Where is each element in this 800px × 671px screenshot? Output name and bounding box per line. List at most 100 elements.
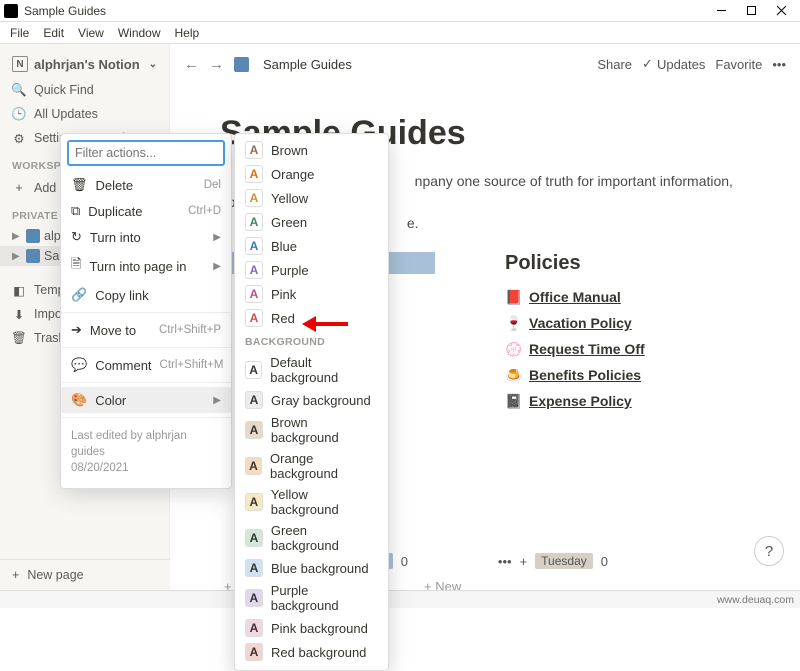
background-option[interactable]: AGray background (235, 388, 388, 412)
plus-icon (12, 568, 19, 582)
background-option[interactable]: APurple background (235, 580, 388, 616)
gear-icon: ⚙ (12, 131, 26, 145)
policy-emoji: 💮 (505, 341, 521, 357)
policy-link[interactable]: 💮 Request Time Off (505, 341, 645, 357)
caret-icon[interactable]: ▶ (12, 231, 22, 242)
background-option[interactable]: A Orange background (235, 448, 388, 484)
menu-window[interactable]: Window (112, 24, 167, 42)
import-icon: ⬇ (12, 307, 26, 321)
quick-find-label: Quick Find (34, 83, 94, 97)
color-label: Blue (271, 239, 297, 254)
color-swatch: A (245, 589, 263, 607)
background-option[interactable]: ABlue background (235, 556, 388, 580)
color-label: Yellow (271, 191, 308, 206)
import-label: Impo (34, 307, 62, 321)
menu-item-move-to[interactable]: ➔Move toCtrl+Shift+P (61, 317, 231, 343)
close-button[interactable] (766, 0, 796, 22)
color-label: Gray background (271, 393, 371, 408)
policy-link[interactable]: 📕Office Manual (505, 289, 645, 305)
background-option[interactable]: ADefault background (235, 352, 388, 388)
search-icon: 🔍 (12, 83, 26, 97)
status-bar: www.deuaq.com (0, 590, 800, 608)
help-button[interactable]: ? (754, 536, 784, 566)
color-swatch: A (245, 285, 263, 303)
color-option[interactable]: APink (235, 282, 388, 306)
all-updates-label: All Updates (34, 107, 98, 121)
page-icon (26, 249, 40, 263)
sidebar-quick-find[interactable]: 🔍 Quick Find (0, 78, 169, 102)
board-new-card[interactable]: + New (420, 573, 610, 590)
policy-label: Request Time Off (529, 341, 645, 357)
color-swatch: A (245, 309, 263, 327)
forward-button[interactable]: → (209, 56, 224, 73)
plus-icon (12, 181, 26, 195)
sidebar-new-page[interactable]: New page (0, 559, 170, 590)
share-button[interactable]: Share (597, 57, 632, 72)
color-option[interactable]: ABlue (235, 234, 388, 258)
color-option[interactable]: AYellow (235, 186, 388, 210)
filter-actions-input[interactable] (67, 140, 225, 166)
color-option[interactable]: AGreen (235, 210, 388, 234)
context-menu: 🗑DeleteDel ⧉DuplicateCtrl+D ↻Turn into▶ … (60, 133, 232, 489)
menu-edit[interactable]: Edit (37, 24, 70, 42)
sidebar-all-updates[interactable]: 🕒 All Updates (0, 102, 169, 126)
background-option[interactable]: ABrown background (235, 412, 388, 448)
color-swatch: A (245, 457, 262, 475)
color-label: Orange background (270, 451, 378, 481)
menu-item-color[interactable]: 🎨Color▶ (61, 387, 231, 413)
color-label: Green background (271, 523, 378, 553)
policy-link[interactable]: 🍮 Benefits Policies (505, 367, 645, 383)
page-icon (26, 229, 40, 243)
board-column-header[interactable]: ••• + Tuesday 0 (420, 549, 610, 573)
policy-label: Benefits Policies (529, 367, 641, 383)
policy-link[interactable]: 📓Expense Policy (505, 393, 645, 409)
menu-view[interactable]: View (72, 24, 110, 42)
breadcrumb[interactable]: Sample Guides (263, 57, 352, 72)
more-button[interactable]: ••• (772, 57, 786, 72)
caret-icon[interactable]: ▶ (12, 251, 22, 262)
policy-link[interactable]: 🍷 Vacation Policy (505, 315, 645, 331)
updates-button[interactable]: ✓ Updates (642, 56, 705, 72)
policies-heading[interactable]: Policies (505, 252, 645, 275)
color-label: Default background (270, 355, 378, 385)
background-option[interactable]: APink background (235, 616, 388, 640)
column-add-icon[interactable]: + (520, 554, 528, 569)
background-option[interactable]: A Green background (235, 520, 388, 556)
status-url: www.deuaq.com (717, 594, 794, 606)
policy-emoji: 🍮 (505, 367, 521, 383)
menu-file[interactable]: File (4, 24, 35, 42)
menu-item-turn-into-page[interactable]: 🗎Turn into page in▶ (61, 250, 231, 282)
policy-label: Vacation Policy (529, 315, 632, 331)
color-option[interactable]: A Purple (235, 258, 388, 282)
color-swatch: A (245, 643, 263, 661)
chevron-right-icon: ▶ (213, 395, 221, 406)
workspace-switcher[interactable]: N alphrjan's Notion ⌄ (0, 50, 169, 78)
color-icon: 🎨 (71, 392, 87, 408)
menu-item-comment[interactable]: 💬CommentCtrl+Shift+M (61, 352, 231, 378)
color-option[interactable]: AOrange (235, 162, 388, 186)
favorite-button[interactable]: Favorite (715, 57, 762, 72)
menu-item-copy-link[interactable]: 🔗Copy link (61, 282, 231, 308)
color-swatch: A (245, 493, 263, 511)
page-label: alp (44, 229, 61, 243)
background-option[interactable]: AYellow background (235, 484, 388, 520)
policy-emoji: 🍷 (505, 315, 521, 331)
color-label: Purple (271, 263, 309, 278)
policies-section: Policies 📕Office Manual 🍷 Vacation Policy… (505, 252, 645, 419)
background-option[interactable]: ARed background (235, 640, 388, 664)
menu-item-duplicate[interactable]: ⧉DuplicateCtrl+D (61, 198, 231, 224)
color-swatch: A (245, 261, 263, 279)
menubar: File Edit View Window Help (0, 22, 800, 44)
menu-item-turn-into[interactable]: ↻Turn into▶ (61, 224, 231, 250)
menu-item-delete[interactable]: 🗑DeleteDel (61, 172, 231, 198)
minimize-button[interactable] (706, 0, 736, 22)
color-option[interactable]: ABrown (235, 138, 388, 162)
maximize-button[interactable] (736, 0, 766, 22)
back-button[interactable]: ← (184, 56, 199, 73)
page-label: Sa (44, 249, 59, 263)
menu-help[interactable]: Help (169, 24, 206, 42)
context-menu-footer: Last edited by alphrjan guides 08/20/202… (61, 422, 231, 482)
clock-icon: 🕒 (12, 107, 26, 121)
column-more-icon[interactable]: ••• (498, 554, 512, 569)
color-swatch: A (245, 529, 263, 547)
